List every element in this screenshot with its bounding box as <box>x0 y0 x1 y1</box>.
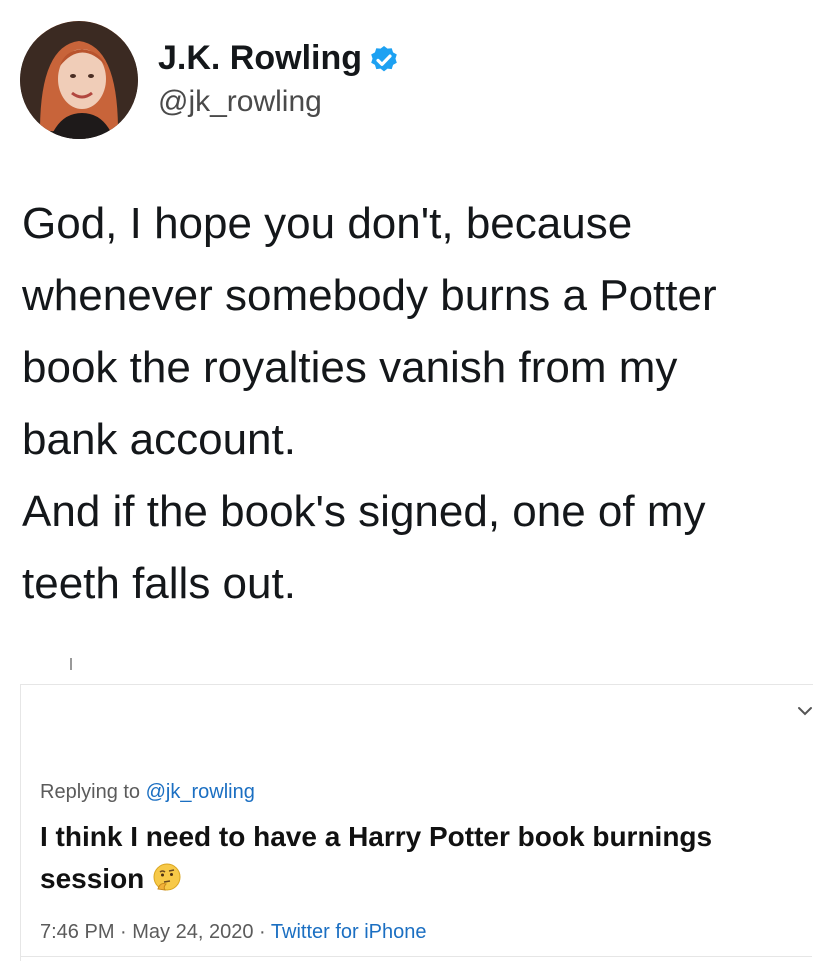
replying-prefix: Replying to <box>40 781 146 803</box>
replying-mention-link[interactable]: @jk_rowling <box>146 781 255 803</box>
thinking-face-emoji-icon <box>153 863 181 891</box>
tweet-text: God, I hope you don't, because whenever … <box>22 199 717 608</box>
meta-separator: · <box>253 921 271 943</box>
reply-time[interactable]: 7:46 PM <box>40 921 114 943</box>
reply-date[interactable]: May 24, 2020 <box>132 921 253 943</box>
replying-to: Replying to @jk_rowling <box>40 778 255 806</box>
reply-text-body: I think I need to have a Harry Potter bo… <box>40 821 713 894</box>
chevron-down-icon[interactable] <box>794 700 816 722</box>
verified-badge-icon <box>371 46 397 72</box>
display-name-text: J.K. Rowling <box>158 39 362 77</box>
divider <box>70 658 72 670</box>
reply-source[interactable]: Twitter for iPhone <box>271 921 427 943</box>
avatar[interactable] <box>20 21 138 139</box>
display-name[interactable]: J.K. Rowling <box>158 38 400 78</box>
profile-photo-icon <box>20 21 138 139</box>
meta-separator: · <box>114 921 133 943</box>
reply-metadata: 7:46 PM · May 24, 2020 · Twitter for iPh… <box>40 918 427 946</box>
divider <box>20 956 812 957</box>
reply-text: I think I need to have a Harry Potter bo… <box>40 816 760 900</box>
user-handle[interactable]: @jk_rowling <box>158 84 322 120</box>
